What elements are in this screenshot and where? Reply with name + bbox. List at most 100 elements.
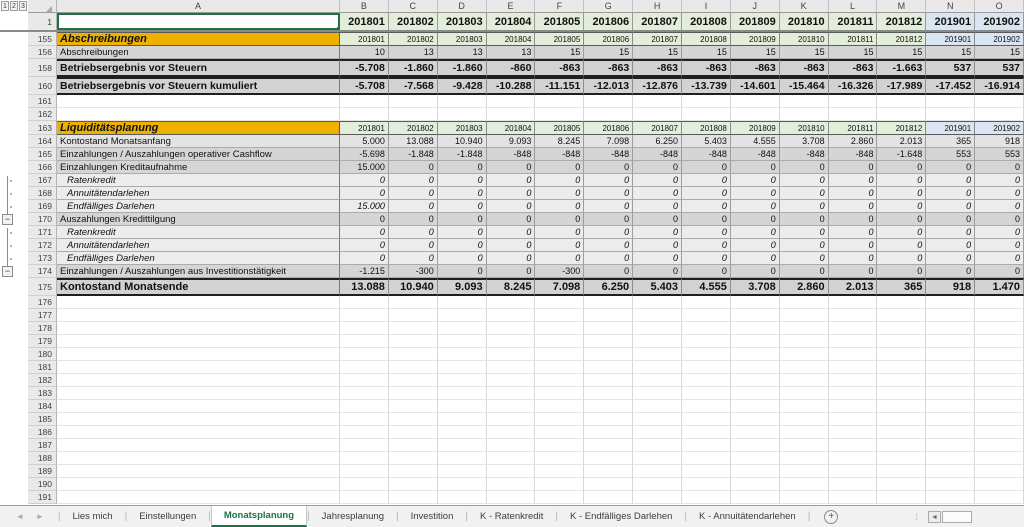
cell-N178[interactable] [926, 322, 976, 335]
cell-B165[interactable]: -5.698 [340, 148, 389, 161]
row-header-161[interactable]: 161 [28, 95, 57, 108]
cell-A167[interactable]: Ratenkredit [57, 174, 340, 187]
cell-E171[interactable]: 0 [486, 226, 536, 239]
tab-scroll-right-icon[interactable]: ► [36, 512, 44, 521]
cell-F178[interactable] [535, 322, 585, 335]
cell-J168[interactable]: 0 [730, 187, 780, 200]
tab-splitter-icon[interactable]: ⁞ [915, 512, 918, 522]
row-header-181[interactable]: 181 [28, 361, 57, 374]
cell-E176[interactable] [486, 296, 536, 309]
cell-H158[interactable]: -863 [633, 59, 683, 77]
cell-O185[interactable] [975, 413, 1024, 426]
tab-scroll-left-icon[interactable]: ◄ [16, 512, 24, 521]
cell-J165[interactable]: -848 [730, 148, 780, 161]
cell-O168[interactable]: 0 [975, 187, 1024, 200]
cell-M172[interactable]: 0 [877, 239, 927, 252]
cell-M155[interactable]: 201812 [877, 32, 927, 46]
select-all-button[interactable]: ◢ [28, 0, 57, 13]
cell-M169[interactable]: 0 [877, 200, 927, 213]
cell-A173[interactable]: Endfälliges Darlehen [57, 252, 340, 265]
cell-H189[interactable] [633, 465, 683, 478]
cell-A155[interactable]: Abschreibungen [57, 32, 340, 46]
cell-I162[interactable] [682, 108, 731, 121]
cell-H188[interactable] [633, 452, 683, 465]
cell-G185[interactable] [584, 413, 634, 426]
cell-M160[interactable]: -17.989 [877, 77, 927, 95]
cell-B162[interactable] [340, 108, 389, 121]
cell-A164[interactable]: Kontostand Monatsanfang [57, 135, 340, 148]
cell-J179[interactable] [730, 335, 780, 348]
cell-B175[interactable]: 13.088 [340, 278, 389, 296]
cell-H190[interactable] [633, 478, 683, 491]
cell-O165[interactable]: 553 [975, 148, 1024, 161]
cell-O189[interactable] [975, 465, 1024, 478]
cell-K155[interactable]: 201810 [779, 32, 829, 46]
cell-M178[interactable] [877, 322, 927, 335]
cell-J190[interactable] [730, 478, 780, 491]
cell-H165[interactable]: -848 [633, 148, 683, 161]
cell-F185[interactable] [535, 413, 585, 426]
cell-A168[interactable]: Annuitätendarlehen [57, 187, 340, 200]
cell-J173[interactable]: 0 [730, 252, 780, 265]
cell-O174[interactable]: 0 [975, 265, 1024, 278]
outline-level-3-button[interactable]: 3 [19, 1, 27, 11]
cell-L190[interactable] [828, 478, 878, 491]
cell-I156[interactable]: 15 [682, 46, 731, 59]
cell-H162[interactable] [633, 108, 683, 121]
cell-J187[interactable] [730, 439, 780, 452]
cell-H160[interactable]: -12.876 [633, 77, 683, 95]
column-header-M[interactable]: M [877, 0, 927, 13]
cell-B156[interactable]: 10 [340, 46, 389, 59]
cell-C185[interactable] [388, 413, 438, 426]
row-header-165[interactable]: 165 [28, 148, 57, 161]
cell-A170[interactable]: Auszahlungen Kredittilgung [57, 213, 340, 226]
cell-I175[interactable]: 4.555 [682, 278, 731, 296]
cell-F168[interactable]: 0 [535, 187, 585, 200]
cell-N1[interactable]: 201901 [926, 13, 976, 30]
cell-B188[interactable] [340, 452, 389, 465]
scrollbar-thumb[interactable] [942, 511, 972, 523]
cell-C188[interactable] [388, 452, 438, 465]
cell-L165[interactable]: -848 [828, 148, 878, 161]
cell-B173[interactable]: 0 [340, 252, 389, 265]
cell-K181[interactable] [779, 361, 829, 374]
cell-C182[interactable] [388, 374, 438, 387]
column-header-K[interactable]: K [779, 0, 829, 13]
cell-E165[interactable]: -848 [486, 148, 536, 161]
cell-F188[interactable] [535, 452, 585, 465]
row-header-171[interactable]: 171 [28, 226, 57, 239]
cell-I188[interactable] [682, 452, 731, 465]
cell-O175[interactable]: 1.470 [975, 278, 1024, 296]
cell-M185[interactable] [877, 413, 927, 426]
cell-D168[interactable]: 0 [437, 187, 487, 200]
cell-D169[interactable]: 0 [437, 200, 487, 213]
cell-F175[interactable]: 7.098 [535, 278, 585, 296]
cell-A191[interactable] [57, 491, 340, 504]
cell-E156[interactable]: 13 [486, 46, 536, 59]
cell-E158[interactable]: -860 [486, 59, 536, 77]
cell-I161[interactable] [682, 95, 731, 108]
cell-C190[interactable] [388, 478, 438, 491]
cell-C160[interactable]: -7.568 [388, 77, 438, 95]
cell-H166[interactable]: 0 [633, 161, 683, 174]
cell-K168[interactable]: 0 [779, 187, 829, 200]
cell-J184[interactable] [730, 400, 780, 413]
cell-G182[interactable] [584, 374, 634, 387]
cell-L176[interactable] [828, 296, 878, 309]
cell-F190[interactable] [535, 478, 585, 491]
cell-E191[interactable] [486, 491, 536, 504]
cell-L163[interactable]: 201811 [828, 121, 878, 135]
cell-H1[interactable]: 201807 [633, 13, 683, 30]
cell-O167[interactable]: 0 [975, 174, 1024, 187]
cell-H155[interactable]: 201807 [633, 32, 683, 46]
cell-O1[interactable]: 201902 [975, 13, 1024, 30]
cell-O163[interactable]: 201902 [975, 121, 1024, 135]
cell-H187[interactable] [633, 439, 683, 452]
cell-M164[interactable]: 2.013 [877, 135, 927, 148]
cell-N170[interactable]: 0 [926, 213, 976, 226]
cell-B160[interactable]: -5.708 [340, 77, 389, 95]
cell-K174[interactable]: 0 [779, 265, 829, 278]
cell-I191[interactable] [682, 491, 731, 504]
cell-D164[interactable]: 10.940 [437, 135, 487, 148]
cell-N180[interactable] [926, 348, 976, 361]
